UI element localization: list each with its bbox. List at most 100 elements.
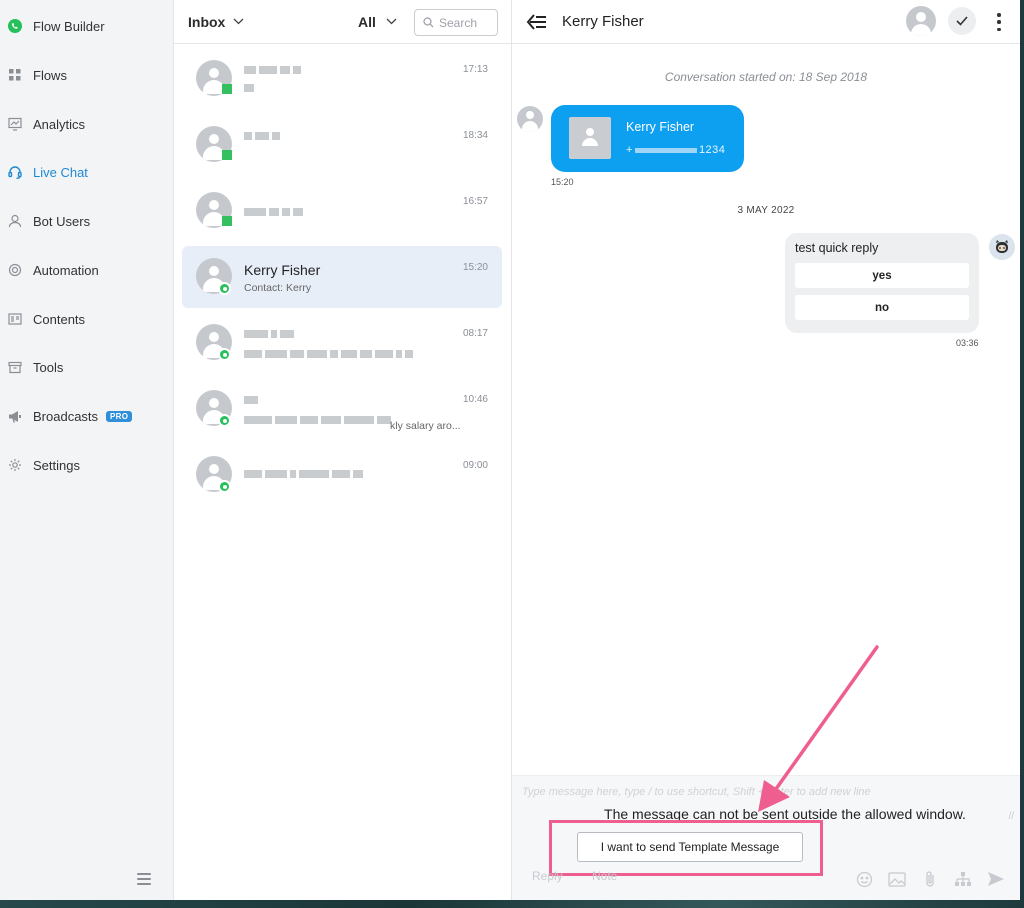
blurred-name [244, 470, 363, 478]
quick-reply-text: test quick reply [795, 241, 879, 255]
sidebar: Flow Builder Flows Analytics Live Chat B… [0, 0, 174, 900]
conversation-started-label: Conversation started on: 18 Sep 2018 [664, 70, 868, 84]
blurred-name [244, 208, 303, 216]
chart-icon [7, 116, 23, 132]
sidebar-item-flow-builder[interactable]: Flow Builder [0, 11, 174, 41]
sidebar-item-label: Broadcasts [33, 408, 99, 424]
blurred-preview [244, 416, 391, 424]
phone-prefix: + [626, 144, 633, 156]
chat-header: Kerry Fisher [512, 0, 1020, 44]
conversation-name: Kerry Fisher [244, 262, 321, 278]
message-composer: The message can not be sent outside the … [512, 775, 1020, 900]
conversation-time: 17:13 [462, 64, 488, 75]
conversation-time: 09:00 [462, 460, 488, 471]
conversation-item-kerry-fisher[interactable]: Kerry Fisher Contact: Kerry 15:20 [182, 246, 502, 308]
sidebar-item-label: Flow Builder [33, 18, 105, 34]
sidebar-item-flows[interactable]: Flows [0, 60, 174, 90]
automation-icon [7, 262, 23, 278]
sidebar-item-label: Tools [33, 359, 64, 375]
conversation-item[interactable]: 16:57 [182, 180, 502, 242]
sidebar-item-automation[interactable]: Automation [0, 255, 174, 285]
sidebar-item-label: Live Chat [33, 164, 88, 180]
channel-badge [222, 216, 232, 226]
quick-reply-option-no[interactable]: no [795, 295, 969, 320]
quick-reply-message: test quick reply yes no [785, 233, 979, 333]
bot-avatar-icon [989, 234, 1015, 260]
search-box [414, 9, 498, 36]
toolbox-icon [7, 359, 23, 375]
inbox-header: Inbox All [174, 0, 511, 44]
inbox-panel: Inbox All 17:13 18:34 [174, 0, 512, 900]
desktop-background [0, 900, 1024, 908]
message-input[interactable] [522, 786, 932, 798]
sidebar-item-label: Bot Users [33, 213, 91, 229]
sidebar-item-label: Settings [33, 457, 80, 473]
whatsapp-icon [218, 282, 231, 295]
phone-suffix: 1234 [698, 144, 726, 156]
sidebar-item-tools[interactable]: Tools [0, 352, 174, 382]
chat-panel: Kerry Fisher Conversation started on: 18… [512, 0, 1020, 900]
sidebar-item-label: Analytics [33, 116, 86, 132]
conversation-time: 08:17 [462, 328, 488, 339]
whatsapp-icon [7, 18, 23, 34]
megaphone-icon [7, 408, 23, 424]
whatsapp-icon [218, 480, 231, 493]
resolve-button[interactable] [948, 7, 976, 35]
inbox-dropdown[interactable]: Inbox [188, 14, 244, 30]
conversation-item[interactable]: 08:17 [182, 312, 502, 374]
send-icon[interactable] [986, 870, 1006, 888]
blurred-name [244, 132, 280, 140]
tab-note[interactable]: Note [592, 869, 617, 883]
checkmark-icon [956, 16, 968, 26]
conversation-subtitle: Contact: Kerry [244, 282, 312, 294]
blurred-name [244, 396, 258, 404]
tab-reply[interactable]: Reply [532, 869, 563, 883]
sidebar-item-analytics[interactable]: Analytics [0, 109, 174, 139]
grid-icon [7, 67, 23, 83]
sidebar-item-bot-users[interactable]: Bot Users [0, 206, 174, 236]
ai-icon[interactable]: // [1008, 811, 1014, 822]
conversation-item[interactable]: kly salary aro... 10:46 [182, 378, 502, 440]
blurred-preview [244, 350, 413, 358]
pro-badge: PRO [106, 410, 133, 422]
conversation-item[interactable]: 18:34 [182, 114, 502, 176]
quick-reply-option-yes[interactable]: yes [795, 263, 969, 288]
chevron-down-icon [386, 18, 397, 25]
conversation-item[interactable]: 09:00 [182, 444, 502, 506]
annotation-highlight-box [549, 820, 823, 876]
contact-card-message[interactable]: Kerry Fisher +1234 [551, 105, 744, 172]
sidebar-item-contents[interactable]: Contents [0, 304, 174, 334]
back-arrow-icon[interactable] [526, 13, 548, 31]
conversation-time: 10:46 [462, 394, 488, 405]
collapse-menu-icon[interactable] [137, 873, 151, 885]
chat-contact-name: Kerry Fisher [562, 13, 644, 30]
sidebar-item-settings[interactable]: Settings [0, 450, 174, 480]
flow-icon[interactable] [953, 870, 973, 888]
sidebar-item-label: Flows [33, 67, 67, 83]
emoji-icon[interactable] [854, 870, 874, 888]
user-icon [7, 213, 23, 229]
search-input[interactable] [439, 15, 495, 30]
sidebar-item-live-chat[interactable]: Live Chat [0, 157, 174, 187]
channel-badge [222, 150, 232, 160]
whatsapp-icon [218, 348, 231, 361]
date-separator: 3 MAY 2022 [737, 205, 795, 216]
contact-card-icon [569, 117, 611, 159]
more-options-icon[interactable] [996, 13, 1002, 31]
message-time: 15:20 [551, 177, 574, 187]
sidebar-item-label: Contents [33, 311, 86, 327]
chevron-down-icon [233, 18, 244, 25]
attachment-icon[interactable] [920, 870, 940, 888]
image-icon[interactable] [887, 870, 907, 888]
contents-icon [7, 311, 23, 327]
conversation-time: 16:57 [462, 196, 488, 207]
blurred-preview [244, 84, 254, 92]
composer-toolbar [854, 870, 1006, 888]
filter-dropdown[interactable]: All [358, 14, 397, 30]
conversation-time: 15:20 [462, 262, 488, 273]
sidebar-item-broadcasts[interactable]: Broadcasts PRO [0, 401, 174, 431]
contact-card-name: Kerry Fisher [626, 120, 695, 134]
assignee-avatar[interactable] [906, 6, 936, 36]
filter-label: All [358, 13, 376, 30]
conversation-item[interactable]: 17:13 [182, 48, 502, 110]
